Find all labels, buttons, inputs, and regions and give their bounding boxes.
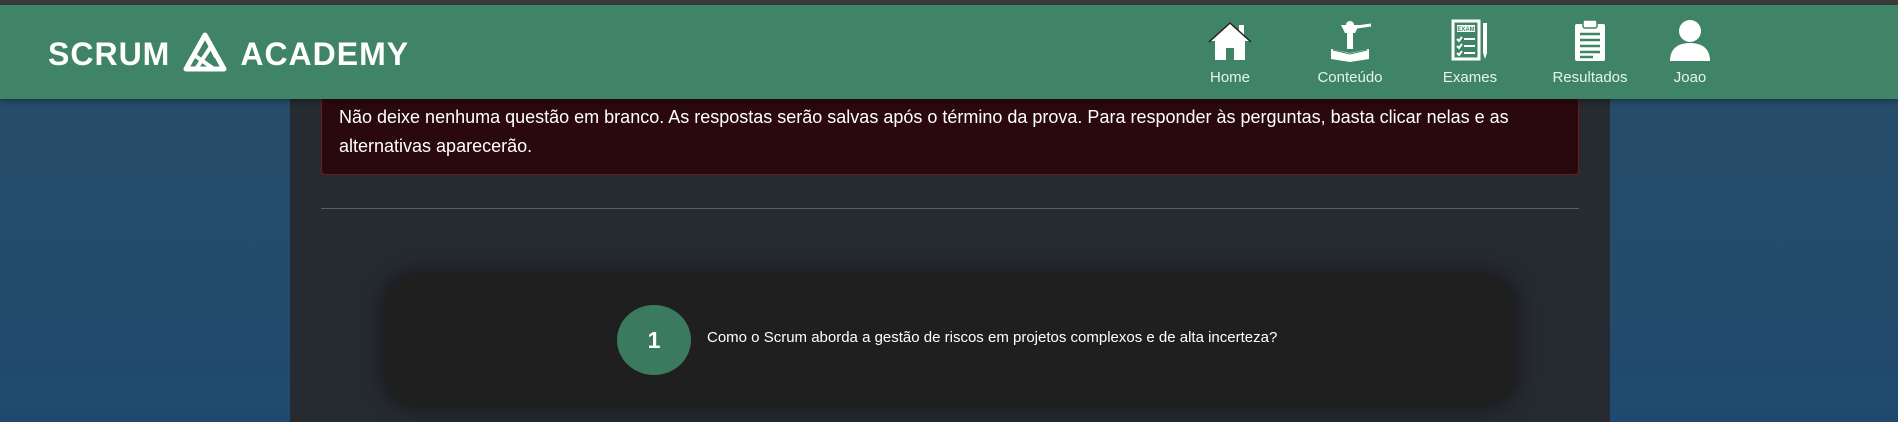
- book-study-icon: [1331, 21, 1372, 62]
- nav-label-exames: Exames: [1442, 69, 1498, 86]
- exam-sheet-icon: EXAM: [1451, 19, 1487, 61]
- brand-text-academy: ACADEMY: [240, 35, 410, 72]
- question-text: Como o Scrum aborda a gestão de riscos e…: [707, 329, 1278, 346]
- nav-item-home[interactable]: Home: [1180, 19, 1280, 86]
- section-divider: [321, 208, 1579, 209]
- scrum-triangle-logo-icon: [183, 32, 227, 72]
- nav-item-user[interactable]: Joao: [1640, 19, 1740, 86]
- question-card[interactable]: 1 Como o Scrum aborda a gestão de riscos…: [385, 275, 1515, 405]
- exam-panel: Não deixe nenhuma questão em branco. As …: [290, 99, 1610, 422]
- house-icon: [1208, 21, 1252, 60]
- nav-item-resultados[interactable]: Resultados: [1540, 19, 1640, 86]
- nav-label-home: Home: [1209, 69, 1250, 86]
- nav-item-conteudo[interactable]: Conteúdo: [1300, 19, 1400, 86]
- question-number-badge: 1: [617, 305, 691, 375]
- nav-item-exames[interactable]: EXAM Exames: [1420, 19, 1520, 86]
- nav-label-resultados: Resultados: [1552, 69, 1628, 86]
- svg-text:EXAM: EXAM: [1457, 27, 1474, 33]
- nav-label-conteudo: Conteúdo: [1317, 69, 1383, 86]
- brand-logo-link[interactable]: SCRUM ACADEMY: [48, 29, 409, 79]
- nav-label-user: Joao: [1673, 69, 1707, 86]
- clipboard-results-icon: [1575, 19, 1605, 61]
- exam-notice-alert: Não deixe nenhuma questão em branco. As …: [321, 99, 1579, 175]
- top-navbar: SCRUM ACADEMY Home Conteúdo EXAM Exames …: [0, 5, 1898, 99]
- user-avatar-icon: [1670, 20, 1710, 61]
- brand-text-scrum: SCRUM: [48, 35, 171, 72]
- exam-notice-text: Não deixe nenhuma questão em branco. As …: [339, 107, 1509, 156]
